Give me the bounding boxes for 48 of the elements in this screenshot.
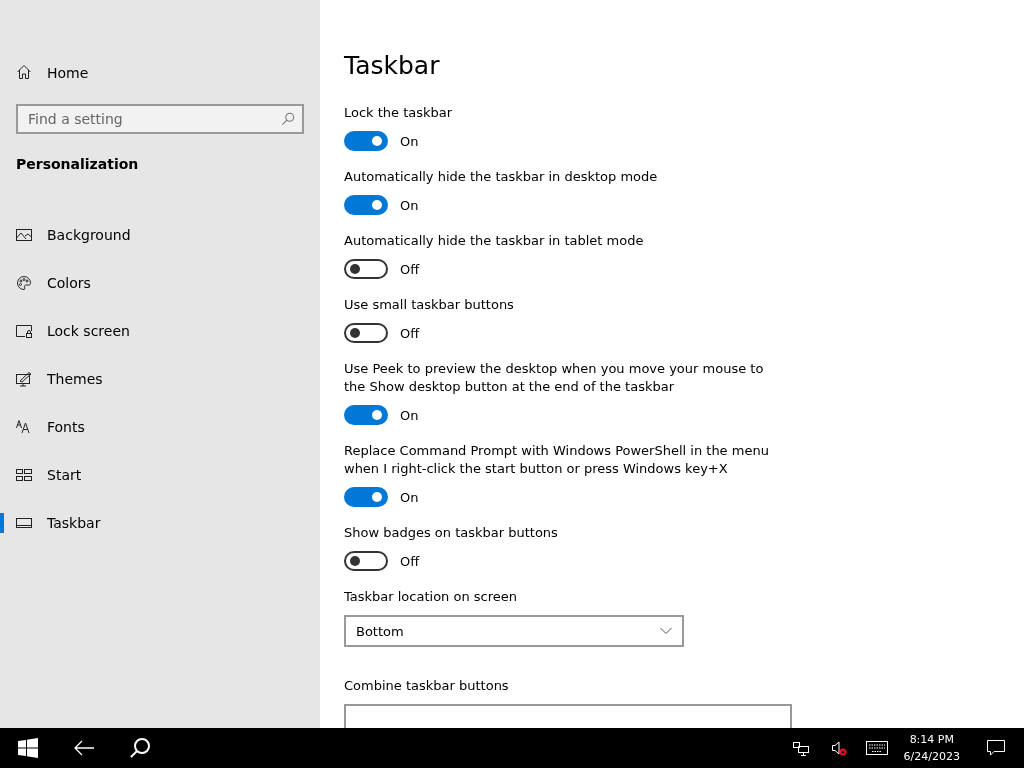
toggle-state: On bbox=[400, 133, 419, 149]
start-icon bbox=[16, 467, 32, 483]
windows-logo-icon bbox=[18, 738, 38, 758]
dropdown[interactable]: Bottom bbox=[344, 615, 684, 647]
lock-screen-icon bbox=[16, 323, 32, 339]
setting-label: Use small taskbar buttons bbox=[344, 296, 515, 314]
image-icon bbox=[16, 227, 32, 243]
toggle-switch[interactable] bbox=[344, 551, 388, 571]
chevron-down-icon bbox=[660, 627, 672, 635]
toggle-switch[interactable] bbox=[344, 195, 388, 215]
themes-icon bbox=[16, 371, 32, 387]
toggle-switch[interactable] bbox=[344, 323, 388, 343]
sidebar-item[interactable]: Colors bbox=[0, 259, 320, 307]
sidebar-item[interactable]: Fonts bbox=[0, 403, 320, 451]
sidebar-item[interactable]: Taskbar bbox=[0, 499, 320, 547]
setting-label: Use Peek to preview the desktop when you move your mouse to the Show desktop button at the end of the taskbar bbox=[344, 360, 765, 396]
search-icon bbox=[281, 112, 295, 126]
sidebar-item[interactable]: Lock screen bbox=[0, 307, 320, 355]
search-field[interactable]: Find a setting bbox=[16, 104, 304, 134]
toggle-state: Off bbox=[400, 325, 420, 341]
toggle-switch[interactable] bbox=[344, 259, 388, 279]
back-arrow-icon bbox=[73, 740, 95, 756]
setting-label: Automatically hide the taskbar in desktop mode bbox=[344, 168, 659, 186]
palette-icon bbox=[16, 275, 32, 291]
section-heading: Personalization bbox=[15, 156, 140, 174]
toggle-switch[interactable] bbox=[344, 487, 388, 507]
sidebar-item[interactable]: Start bbox=[0, 451, 320, 499]
setting-label: Combine taskbar buttons bbox=[344, 677, 510, 695]
search-icon bbox=[129, 737, 151, 759]
fonts-icon bbox=[16, 419, 32, 435]
sidebar-item[interactable]: Themes bbox=[0, 355, 320, 403]
toggle-state: Off bbox=[400, 553, 420, 569]
toggle-state: On bbox=[400, 407, 419, 423]
toggle-state: On bbox=[400, 197, 419, 213]
setting-label: Lock the taskbar bbox=[344, 104, 454, 122]
setting-label: Automatically hide the taskbar in tablet mode bbox=[344, 232, 645, 250]
toggle-switch[interactable] bbox=[344, 405, 388, 425]
clock[interactable]: 8:14 PM 6/24/2023 bbox=[895, 731, 968, 765]
page-title: Taskbar bbox=[344, 50, 441, 82]
toggle-state: Off bbox=[400, 261, 420, 277]
setting-label: Taskbar location on screen bbox=[344, 588, 518, 606]
toggle-state: On bbox=[400, 489, 419, 505]
home-link[interactable]: Home bbox=[0, 58, 320, 88]
sidebar-item[interactable]: Background bbox=[0, 211, 320, 259]
toggle-switch[interactable] bbox=[344, 131, 388, 151]
setting-label: Show badges on taskbar buttons bbox=[344, 524, 559, 542]
setting-label: Replace Command Prompt with Windows PowerShell in the menu when I right-click the start button or press Windows key+X bbox=[344, 442, 770, 478]
taskbar-icon bbox=[16, 515, 32, 531]
